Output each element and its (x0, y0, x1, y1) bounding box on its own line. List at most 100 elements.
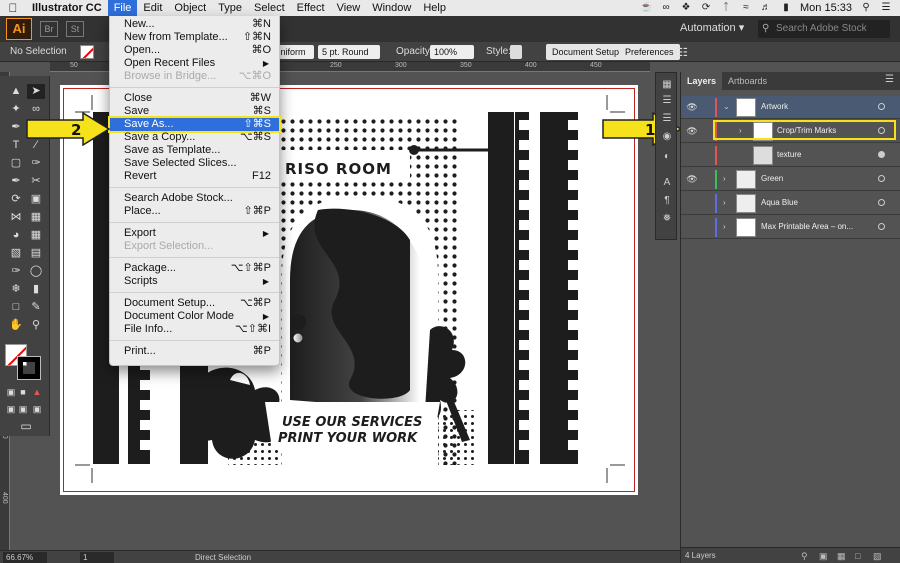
tab-artboards[interactable]: Artboards (722, 72, 773, 90)
target-circle-icon[interactable] (878, 199, 885, 206)
tab-layers[interactable]: Layers (681, 72, 723, 90)
menu-item-shortcut: ⌥⇧⌘P (230, 262, 271, 274)
menu-separator (110, 222, 279, 223)
layer-row[interactable]: 👁 ⌄ Artwork (681, 96, 900, 119)
layer-thumbnail (736, 98, 756, 117)
menu-item-shortcut: ⌘N (252, 18, 271, 30)
panel-dock: ▦ ☰ ☰ ◉ ◐ A ¶ ❅ (655, 72, 677, 240)
menu-item-label: Close (124, 92, 153, 104)
layer-row[interactable]: texture (681, 144, 900, 167)
file-menu-item[interactable]: Document Color Mode ▶ (110, 310, 279, 323)
submenu-arrow-icon: ▶ (262, 312, 269, 321)
zoom-level[interactable]: 66.67% (3, 552, 47, 563)
visibility-eye-icon[interactable]: 👁 (686, 102, 698, 112)
chevron-right-icon[interactable]: › (723, 198, 726, 207)
file-menu-item[interactable]: Save As... ⇧⌘S (108, 116, 281, 133)
file-menu-item[interactable]: Save Selected Slices... (110, 157, 279, 170)
file-menu-item[interactable]: Document Setup... ⌥⌘P (110, 297, 279, 310)
menu-item-label: Place... (124, 205, 161, 217)
file-menu-item[interactable]: Search Adobe Stock... (110, 192, 279, 205)
layer-name[interactable]: Max Printable Area – on... (761, 222, 853, 231)
menu-item-label: Save a Copy... (124, 131, 196, 143)
menu-item-label: Save as Template... (124, 144, 221, 156)
menu-item-shortcut: ⇧⌘S (243, 118, 271, 130)
target-circle-icon[interactable] (878, 223, 885, 230)
menu-separator (110, 340, 279, 341)
layer-row[interactable]: › Aqua Blue (681, 192, 900, 215)
menu-item-label: New from Template... (124, 31, 228, 43)
paragraph-icon[interactable]: ¶ (660, 195, 674, 207)
libraries-icon[interactable]: ▦ (660, 79, 674, 91)
locate-object-icon[interactable]: ⚲ (801, 548, 808, 563)
visibility-eye-icon[interactable]: 👁 (686, 126, 698, 136)
layer-row[interactable]: 👁 › Green (681, 168, 900, 191)
layer-name[interactable]: Artwork (761, 102, 788, 111)
menu-separator (110, 187, 279, 188)
panel-menu-icon[interactable]: ☰ (885, 74, 894, 85)
visibility-eye-icon[interactable]: 👁 (686, 174, 698, 184)
properties-icon[interactable]: ☰ (660, 95, 674, 107)
file-menu-item[interactable]: New... ⌘N (110, 18, 279, 31)
layers-footer: 4 Layers ⚲ ▣ ▦ □ ▧ (681, 547, 900, 563)
color-panel-icon[interactable]: ◉ (660, 131, 674, 143)
target-circle-icon[interactable] (878, 151, 885, 158)
layer-name[interactable]: texture (777, 150, 801, 159)
symbols-icon[interactable]: ❅ (660, 213, 674, 225)
menu-item-shortcut: F12 (252, 170, 271, 182)
file-menu-item[interactable]: Save ⌘S (110, 105, 279, 118)
trash-icon[interactable]: ▧ (873, 548, 882, 563)
file-menu-item[interactable]: Scripts ▶ (110, 275, 279, 288)
file-menu-item[interactable]: Package... ⌥⇧⌘P (110, 262, 279, 275)
stroke-panel-icon[interactable]: ☰ (660, 113, 674, 125)
layer-thumbnail (753, 146, 773, 165)
callout-arrow-2: 2 (26, 112, 111, 146)
target-circle-icon[interactable] (878, 175, 885, 182)
file-menu-item: Browse in Bridge... ⌥⌘O (110, 70, 279, 83)
transparency-icon[interactable]: ◐ (660, 151, 674, 163)
layer-row[interactable]: › Max Printable Area – on... (681, 216, 900, 239)
layer-thumbnail (736, 170, 756, 189)
file-menu-item[interactable]: Place... ⇧⌘P (110, 205, 279, 218)
menu-item-label: Save (124, 105, 150, 117)
menu-separator (110, 292, 279, 293)
character-icon[interactable]: A (660, 177, 674, 189)
clipping-mask-icon[interactable]: ▣ (819, 548, 828, 563)
file-menu-item[interactable]: Save as Template... (110, 144, 279, 157)
file-menu-item[interactable]: File Info... ⌥⇧⌘I (110, 323, 279, 336)
file-menu-item[interactable]: Revert F12 (110, 170, 279, 183)
menu-item-label: Search Adobe Stock... (124, 192, 233, 204)
artboard-number[interactable]: 1 (80, 552, 114, 563)
menu-item-label: Revert (124, 170, 157, 182)
layer-thumbnail (736, 194, 756, 213)
chevron-right-icon[interactable]: › (723, 222, 726, 231)
highlighted-layer-outline (713, 120, 896, 140)
menu-item-shortcut: ⇧⌘N (242, 31, 271, 43)
layer-name[interactable]: Aqua Blue (761, 198, 798, 207)
menu-item-label: Document Setup... (124, 297, 216, 309)
new-layer-icon[interactable]: □ (855, 548, 860, 563)
new-sublayer-icon[interactable]: ▦ (837, 548, 846, 563)
file-menu-item[interactable]: Open Recent Files ▶ (110, 57, 279, 70)
file-menu-item[interactable]: Print... ⌘P (110, 345, 279, 358)
menu-item-shortcut: ⌘W (249, 92, 271, 104)
file-menu-item[interactable]: Export ▶ (110, 227, 279, 240)
menu-item-shortcut: ⌥⇧⌘I (235, 323, 271, 335)
submenu-arrow-icon: ▶ (262, 277, 269, 286)
file-menu-item[interactable]: Open... ⌘O (110, 44, 279, 57)
chevron-right-icon[interactable]: › (723, 174, 726, 183)
submenu-arrow-icon: ▶ (262, 59, 269, 68)
layer-name[interactable]: Green (761, 174, 783, 183)
layer-color-bar (715, 98, 717, 117)
current-tool: Direct Selection (195, 553, 252, 562)
menu-item-label: Save As... (124, 118, 174, 130)
menu-item-label: Package... (124, 262, 176, 274)
file-menu-item[interactable]: Close ⌘W (110, 92, 279, 105)
target-circle-icon[interactable] (878, 103, 885, 110)
menu-item-label: File Info... (124, 323, 173, 335)
file-menu-item[interactable]: Save a Copy... ⌥⌘S (110, 131, 279, 144)
right-stripe-columns (488, 112, 578, 464)
layers-panel-tabs: Layers Artboards ☰ (681, 72, 900, 90)
chevron-down-icon[interactable]: ⌄ (723, 102, 730, 111)
slogan-line-1: USE OUR SERVICES (282, 415, 422, 430)
file-menu-item[interactable]: New from Template... ⇧⌘N (110, 31, 279, 44)
